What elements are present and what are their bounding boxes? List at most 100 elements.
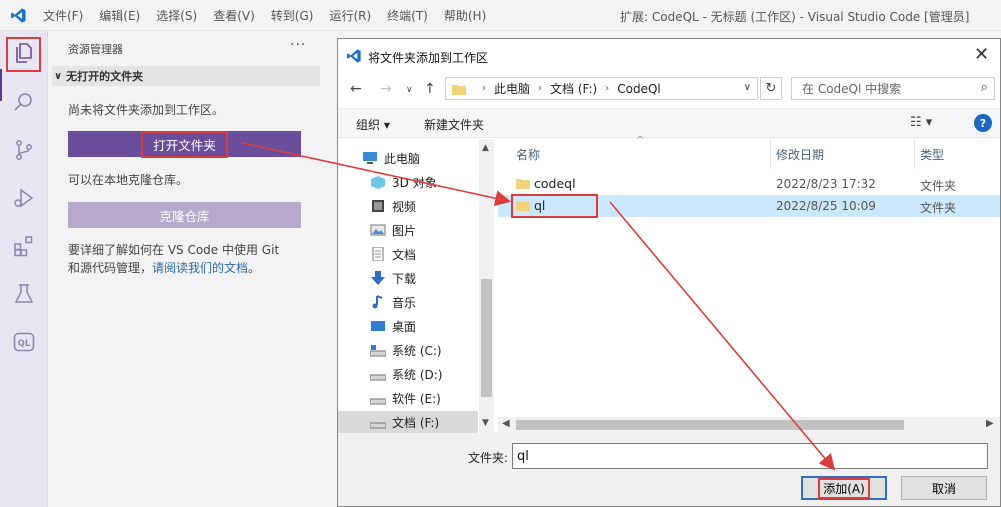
nav-label: 图片 bbox=[392, 223, 417, 238]
nav-item-downloads[interactable]: 下载 bbox=[370, 267, 416, 289]
close-icon[interactable]: ✕ bbox=[974, 44, 989, 65]
more-actions-icon[interactable]: ··· bbox=[290, 37, 306, 53]
drive-icon bbox=[370, 422, 386, 429]
vscode-logo-icon bbox=[11, 8, 26, 23]
new-folder-button[interactable]: 新建文件夹 bbox=[424, 116, 484, 133]
nav-item-music[interactable]: 音乐 bbox=[370, 291, 416, 313]
nav-scrollbar[interactable]: ▲ ▼ bbox=[479, 139, 494, 433]
add-folder-dialog: 将文件夹添加到工作区 ✕ ← → ∨ ↑ › 此电脑 › 文档 (F:) › C… bbox=[337, 38, 1001, 507]
nav-item-desktop[interactable]: 桌面 bbox=[370, 315, 416, 337]
nav-label: 视频 bbox=[392, 199, 417, 214]
column-name[interactable]: 名称 bbox=[516, 139, 540, 169]
clone-repo-button[interactable]: 克隆仓库 bbox=[68, 202, 301, 228]
codeql-icon[interactable]: QL bbox=[11, 329, 37, 355]
up-arrow-icon[interactable]: ↑ bbox=[424, 81, 436, 97]
menu-bar: 文件(F) 编辑(E) 选择(S) 查看(V) 转到(G) 运行(R) 终端(T… bbox=[35, 0, 494, 31]
help-icon[interactable]: ? bbox=[974, 114, 992, 132]
breadcrumb-codeql[interactable]: CodeQl bbox=[617, 82, 661, 96]
chevron-down-icon: ∨ bbox=[54, 70, 63, 82]
download-icon bbox=[371, 271, 385, 285]
no-folder-text: 尚未将文件夹添加到工作区。 bbox=[68, 103, 225, 117]
scroll-up-icon[interactable]: ▲ bbox=[482, 143, 489, 153]
cancel-button[interactable]: 取消 bbox=[901, 476, 987, 500]
nav-item-documents[interactable]: 文档 bbox=[370, 243, 416, 265]
menu-terminal[interactable]: 终端(T) bbox=[379, 7, 436, 24]
menu-go[interactable]: 转到(G) bbox=[263, 7, 322, 24]
folder-name-input[interactable]: ql bbox=[512, 443, 988, 469]
nav-item-3d-objects[interactable]: 3D 对象 bbox=[370, 171, 437, 193]
breadcrumb-this-pc[interactable]: 此电脑 bbox=[494, 80, 530, 97]
desktop-icon bbox=[371, 321, 385, 331]
menu-view[interactable]: 查看(V) bbox=[205, 7, 263, 24]
nav-item-drive-d[interactable]: 系统 (D:) bbox=[370, 363, 442, 385]
add-button-label: 添加(A) bbox=[818, 477, 870, 499]
source-control-icon[interactable] bbox=[11, 137, 37, 163]
scroll-right-icon[interactable]: ▶ bbox=[986, 418, 994, 429]
docs-link[interactable]: 请阅读我们的文档 bbox=[152, 261, 248, 275]
search-icon: ⌕ bbox=[980, 80, 988, 95]
search-icon[interactable] bbox=[11, 89, 37, 115]
recent-chevron-icon[interactable]: ∨ bbox=[406, 85, 413, 95]
file-list: 名称 ^ 修改日期 类型 codeql 2022/8/23 17:32 文件夹 … bbox=[498, 135, 1000, 433]
nav-item-drive-c[interactable]: 系统 (C:) bbox=[370, 339, 442, 361]
column-divider[interactable] bbox=[770, 139, 771, 169]
add-button[interactable]: 添加(A) bbox=[801, 476, 887, 500]
search-input[interactable]: 在 CodeQl 中搜索 ⌕ bbox=[791, 77, 995, 100]
activity-bar: QL bbox=[0, 31, 48, 507]
vscode-logo-icon bbox=[347, 49, 361, 63]
drive-icon bbox=[370, 374, 386, 381]
menu-file[interactable]: 文件(F) bbox=[35, 7, 91, 24]
testing-icon[interactable] bbox=[11, 281, 37, 307]
learn-text-line1: 要详细了解如何在 VS Code 中使用 Git bbox=[68, 243, 280, 257]
section-no-folder[interactable]: ∨ 无打开的文件夹 bbox=[52, 66, 320, 86]
refresh-icon[interactable]: ↻ bbox=[760, 77, 782, 100]
nav-label: 下载 bbox=[392, 271, 417, 286]
clone-text: 可以在本地克隆仓库。 bbox=[68, 173, 189, 187]
picture-icon bbox=[370, 224, 386, 236]
ql-highlight-box bbox=[511, 194, 598, 218]
video-icon bbox=[372, 200, 384, 212]
run-debug-icon[interactable] bbox=[11, 185, 37, 211]
column-date[interactable]: 修改日期 bbox=[776, 139, 824, 169]
extensions-icon[interactable] bbox=[11, 233, 37, 259]
dialog-title-bar: 将文件夹添加到工作区 ✕ bbox=[338, 39, 1000, 73]
file-row-ql[interactable]: ql 2022/8/25 10:09 文件夹 bbox=[498, 194, 1000, 218]
navigation-pane: 此电脑 3D 对象 视频 图片 文档 下载 音乐 桌面 系统 (C:) 系统 (… bbox=[338, 139, 494, 433]
nav-item-this-pc[interactable]: 此电脑 bbox=[362, 147, 420, 169]
scrollbar-thumb[interactable] bbox=[516, 420, 904, 430]
open-folder-button[interactable]: 打开文件夹 bbox=[68, 130, 301, 158]
nav-label: 系统 (C:) bbox=[392, 343, 442, 358]
back-arrow-icon[interactable]: ← bbox=[350, 81, 362, 97]
scroll-left-icon[interactable]: ◀ bbox=[502, 418, 510, 429]
nav-item-drive-f[interactable]: 文档 (F:) bbox=[338, 411, 478, 433]
breadcrumb-drive-f[interactable]: 文档 (F:) bbox=[550, 80, 597, 97]
dialog-title: 将文件夹添加到工作区 bbox=[368, 51, 489, 65]
file-row-codeql[interactable]: codeql 2022/8/23 17:32 文件夹 bbox=[498, 173, 1000, 195]
music-icon bbox=[372, 295, 383, 309]
breadcrumb-separator-icon: › bbox=[605, 83, 610, 94]
address-dropdown-icon[interactable]: ∨ bbox=[744, 82, 751, 93]
horizontal-scrollbar[interactable]: ◀ ▶ bbox=[498, 417, 1000, 433]
scroll-down-icon[interactable]: ▼ bbox=[482, 418, 489, 428]
menu-help[interactable]: 帮助(H) bbox=[436, 7, 494, 24]
address-bar[interactable]: › 此电脑 › 文档 (F:) › CodeQl ∨ bbox=[445, 77, 758, 100]
menu-run[interactable]: 运行(R) bbox=[321, 7, 379, 24]
file-type: 文件夹 bbox=[920, 179, 957, 193]
forward-arrow-icon[interactable]: → bbox=[380, 81, 392, 97]
nav-item-drive-e[interactable]: 软件 (E:) bbox=[370, 387, 441, 409]
view-options-icon[interactable]: ☷ ▾ bbox=[910, 115, 932, 130]
scrollbar-thumb[interactable] bbox=[481, 279, 492, 397]
menu-selection[interactable]: 选择(S) bbox=[148, 7, 205, 24]
nav-label: 此电脑 bbox=[384, 151, 421, 166]
nav-item-pictures[interactable]: 图片 bbox=[370, 219, 416, 241]
organize-button[interactable]: 组织 ▾ bbox=[356, 116, 390, 133]
menu-edit[interactable]: 编辑(E) bbox=[91, 7, 148, 24]
column-divider[interactable] bbox=[914, 139, 915, 169]
nav-label: 桌面 bbox=[392, 319, 417, 334]
learn-text-suffix: 。 bbox=[248, 261, 261, 275]
nav-item-videos[interactable]: 视频 bbox=[370, 195, 416, 217]
dialog-toolbar: 组织 ▾ 新建文件夹 ☷ ▾ ? bbox=[338, 108, 1000, 138]
column-type[interactable]: 类型 bbox=[920, 139, 944, 169]
nav-label: 软件 (E:) bbox=[392, 391, 441, 406]
title-bar: 文件(F) 编辑(E) 选择(S) 查看(V) 转到(G) 运行(R) 终端(T… bbox=[0, 0, 1001, 31]
